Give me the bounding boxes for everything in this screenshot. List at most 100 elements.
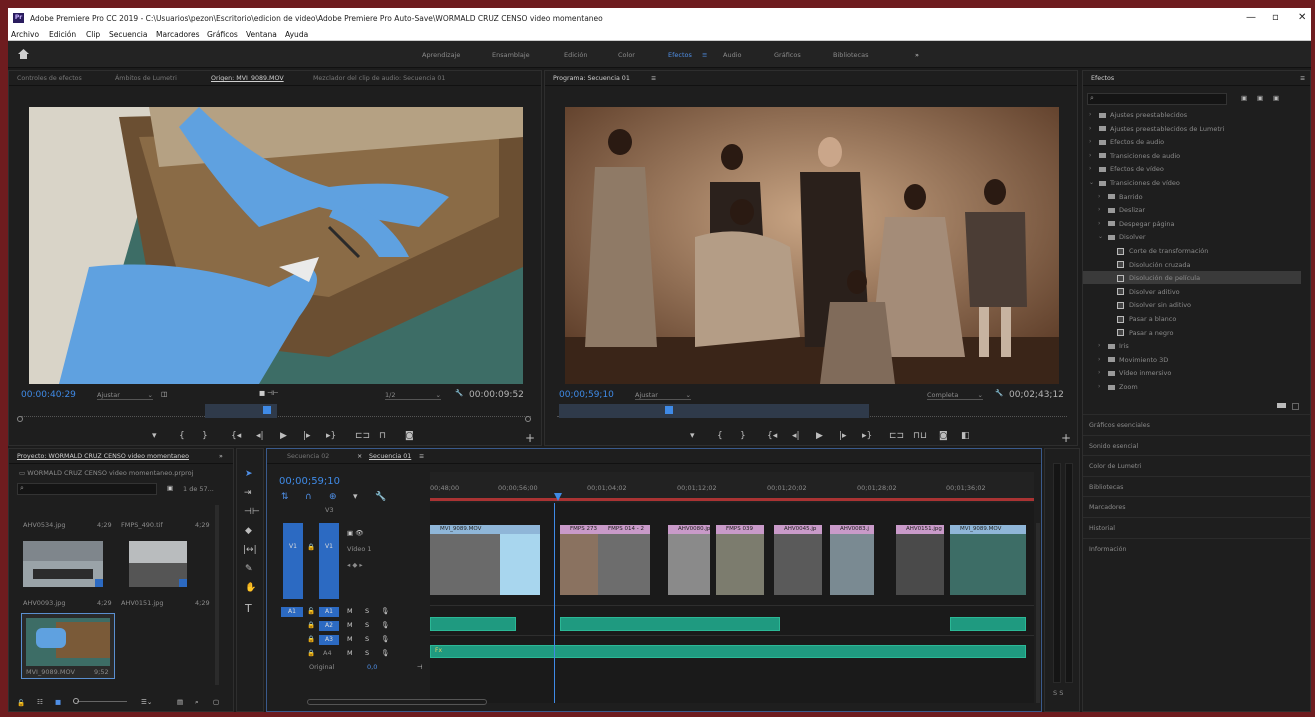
timeline-clip[interactable]: FMPS 273 [560, 525, 598, 595]
disclosure-icon[interactable]: › [1089, 125, 1091, 132]
vertical-scrollbar[interactable] [1036, 523, 1040, 703]
project-item-selected[interactable]: MVI_9089.MOV 9;52 [21, 613, 115, 679]
project-thumbnail[interactable] [129, 541, 187, 587]
panel-menu-icon[interactable]: ≡ [651, 75, 656, 82]
disclosure-icon[interactable]: ⌄ [1089, 179, 1094, 186]
workspace-edicion[interactable]: Edición [564, 51, 588, 59]
add-button-icon[interactable]: + [1061, 431, 1071, 445]
effects-search-input[interactable]: ⌕ [1087, 93, 1227, 105]
program-playhead[interactable] [665, 406, 673, 414]
menu-edicion[interactable]: Edición [49, 30, 76, 39]
camera-icon[interactable]: ◙ [939, 431, 948, 441]
timeline-clip[interactable]: AHV0045.jp [774, 525, 822, 595]
effect-item[interactable]: Pasar a negro [1083, 326, 1301, 339]
effect-folder[interactable]: › Movimiento 3D [1083, 353, 1301, 366]
track-target-a1[interactable]: A1 [319, 607, 339, 617]
effect-folder[interactable]: › Transiciones de audio [1083, 149, 1301, 162]
menu-ventana[interactable]: Ventana [246, 30, 277, 39]
panel-header[interactable]: Bibliotecas [1083, 475, 1311, 496]
timeline-settings-icon[interactable]: 🔧 [375, 492, 386, 502]
effect-item[interactable]: Pasar a blanco [1083, 312, 1301, 325]
audio-clip[interactable] [560, 617, 780, 631]
microphone-icon[interactable]: 🎙 [381, 635, 389, 643]
track-target-a3[interactable]: A3 [319, 635, 339, 645]
project-thumbnail[interactable] [23, 541, 103, 587]
keyframe-nav-icon[interactable]: ◂ ◆ ▸ [347, 561, 363, 569]
program-timecode[interactable]: 00;00;59;10 [559, 390, 614, 400]
disclosure-icon[interactable]: › [1089, 111, 1091, 118]
add-marker-icon[interactable]: ▾ [690, 431, 695, 441]
solo-button[interactable]: S [365, 607, 369, 615]
bin-icon[interactable]: ▣ [167, 484, 173, 492]
effect-folder[interactable]: › Iris [1083, 339, 1301, 352]
mute-button[interactable]: M [347, 635, 353, 643]
icon-view-icon[interactable]: ■ [55, 698, 61, 706]
tab-program[interactable]: Programa: Secuencia 01 [553, 75, 630, 82]
workspace-efectos[interactable]: Efectos [668, 51, 692, 59]
track-area[interactable]: MVI_9089.MOV FMPS 273 FMPS 014 - 2 AHV00… [430, 503, 1034, 703]
ripple-edit-tool-icon[interactable]: ⊣⊢ [244, 507, 260, 517]
timeline-clip[interactable]: AHV0151.jpg [896, 525, 944, 595]
source-timecode[interactable]: 00:00:40:29 [21, 390, 76, 400]
effect-item[interactable]: Disolución cruzada [1083, 258, 1301, 271]
menu-graficos[interactable]: Gráficos [207, 30, 238, 39]
menu-archivo[interactable]: Archivo [11, 30, 39, 39]
track-target-v1[interactable]: V1 [319, 523, 339, 599]
lift-icon[interactable]: ⊏⊐ [889, 431, 904, 441]
workspace-more-button[interactable]: » [915, 51, 919, 59]
more-panels-icon[interactable]: » [219, 453, 223, 460]
effect-folder[interactable]: › Ajustes preestablecidos de Lumetri [1083, 122, 1301, 135]
disclosure-icon[interactable]: › [1098, 342, 1100, 349]
wrench-icon[interactable]: 🔧 [455, 389, 463, 397]
mute-button[interactable]: M [347, 621, 353, 629]
workspace-aprendizaje[interactable]: Aprendizaje [422, 51, 460, 59]
overwrite-icon[interactable]: ⊓ [379, 431, 386, 441]
microphone-icon[interactable]: 🎙 [381, 607, 389, 615]
timeline-clip[interactable]: FMPS 014 - 2 [598, 525, 650, 595]
effect-folder[interactable]: › Deslizar [1083, 203, 1301, 216]
camera-icon[interactable]: ◙ [405, 431, 414, 441]
effect-folder[interactable]: › Vídeo inmersivo [1083, 366, 1301, 379]
linked-selection-icon[interactable]: ⊕ [329, 492, 337, 502]
go-to-out-icon[interactable]: ▸} [326, 431, 336, 441]
tab-project[interactable]: Proyecto: WORMALD CRUZ CENSO video momen… [17, 453, 189, 460]
mark-out-icon[interactable]: } [740, 431, 746, 441]
workspace-color[interactable]: Color [618, 51, 635, 59]
menu-ayuda[interactable]: Ayuda [285, 30, 308, 39]
play-icon[interactable]: ▶ [816, 431, 823, 441]
time-ruler[interactable]: 00;48;00 00;00;56;00 00;01;04;02 00;01;1… [430, 472, 1034, 502]
solo-button[interactable]: S [365, 635, 369, 643]
effect-folder[interactable]: › Ajustes preestablecidos [1083, 108, 1301, 121]
add-marker-icon[interactable]: ▾ [152, 431, 157, 441]
panel-menu-icon[interactable]: ≡ [1300, 75, 1305, 82]
panel-header[interactable]: Gráficos esenciales [1083, 414, 1311, 434]
extract-icon[interactable]: ⊓⊔ [913, 431, 927, 441]
disclosure-icon[interactable]: › [1089, 165, 1091, 172]
menu-marcadores[interactable]: Marcadores [156, 30, 200, 39]
panel-menu-icon[interactable]: ≡ [419, 453, 424, 460]
yuv-effects-icon[interactable]: ▣ [1273, 94, 1279, 102]
add-marker-icon[interactable]: ▾ [353, 492, 358, 502]
solo-button[interactable]: S [365, 649, 369, 657]
effect-folder[interactable]: › Despegar página [1083, 217, 1301, 230]
new-bin-icon[interactable] [1277, 403, 1286, 408]
effect-item[interactable]: Disolver sin aditivo [1083, 298, 1301, 311]
effect-folder[interactable]: › Zoom [1083, 380, 1301, 393]
menu-secuencia[interactable]: Secuencia [109, 30, 147, 39]
list-view-icon[interactable]: ☷ [37, 698, 43, 706]
tab-lumetri-scopes[interactable]: Ámbitos de Lumetri [115, 75, 177, 82]
go-to-in-icon[interactable]: {◂ [767, 431, 777, 441]
track-target-a2[interactable]: A2 [319, 621, 339, 631]
panel-header[interactable]: Sonido esencial [1083, 434, 1311, 455]
panel-header[interactable]: Información [1083, 537, 1311, 558]
source-patch-v1[interactable]: V1 [283, 523, 303, 599]
mark-in-icon[interactable]: { [179, 431, 185, 441]
disclosure-icon[interactable]: › [1098, 383, 1100, 390]
snap-icon[interactable]: ∩ [305, 492, 312, 502]
effect-item[interactable]: Disolver aditivo [1083, 285, 1301, 298]
timeline-clip[interactable]: FMPS 039 [716, 525, 764, 595]
add-button-icon[interactable]: + [525, 431, 535, 445]
workspace-graficos[interactable]: Gráficos [774, 51, 801, 59]
delete-icon[interactable] [1292, 403, 1299, 410]
pen-tool-icon[interactable]: ✎ [245, 564, 253, 574]
